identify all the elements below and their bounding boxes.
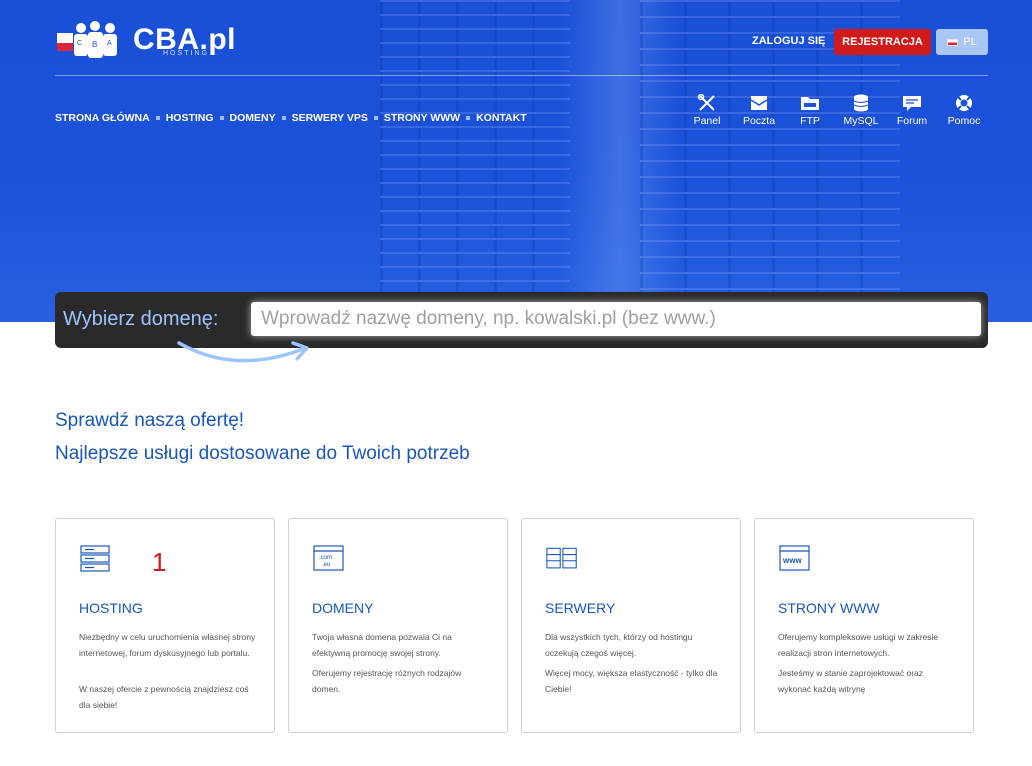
- nav-item-hosting[interactable]: HOSTING: [166, 112, 214, 124]
- lifebuoy-icon: [956, 95, 972, 111]
- database-icon: [853, 94, 869, 112]
- offer-subheading: Najlepsze usługi dostosowane do Twoich p…: [55, 443, 470, 464]
- card-description: Jesteśmy w stanie zaprojektować oraz wyk…: [778, 668, 924, 694]
- logo-figures-icon: C B A: [57, 21, 117, 58]
- offer-heading: Sprawdź naszą ofertę!: [55, 410, 245, 431]
- tool-forum[interactable]: Forum: [885, 94, 939, 127]
- tool-label: Forum: [896, 115, 928, 127]
- curved-arrow-icon: [177, 341, 309, 363]
- card-title[interactable]: SERWERY: [545, 600, 615, 616]
- nav-separator: [155, 116, 160, 120]
- tool-label: FTP: [800, 115, 820, 127]
- servers-icon: [546, 547, 577, 569]
- mail-icon: [750, 96, 768, 110]
- server-stack-icon: [80, 545, 110, 572]
- domain-icon: .com .eu: [313, 545, 344, 571]
- tool-panel[interactable]: Panel: [680, 94, 734, 127]
- nav-separator: [281, 116, 286, 120]
- tool-mysql[interactable]: MySQL: [834, 94, 888, 127]
- quick-tools: Panel Poczta FTP MySQL Forum Pomoc: [680, 94, 990, 134]
- tool-label: Poczta: [742, 115, 776, 127]
- card-title[interactable]: HOSTING: [79, 600, 143, 616]
- card-hosting[interactable]: 1 HOSTING Niezbędny w celu uruchomienia …: [55, 518, 275, 733]
- card-description: Niezbędny w celu uruchomienia własnej st…: [79, 632, 256, 658]
- card-title[interactable]: STRONY WWW: [778, 600, 880, 616]
- tool-mail[interactable]: Poczta: [732, 94, 786, 127]
- card-description: Więcej mocy, większa elastyczność - tylk…: [545, 668, 718, 694]
- register-button[interactable]: REJESTRACJA: [834, 29, 931, 55]
- nav-item-websites[interactable]: STRONY WWW: [384, 112, 460, 124]
- language-label: PL: [963, 36, 977, 48]
- www-icon: www: [779, 545, 810, 571]
- nav-item-vps[interactable]: SERWERY VPS: [292, 112, 368, 124]
- nav-separator: [373, 116, 378, 120]
- nav-separator: [219, 116, 224, 120]
- svg-text:A: A: [107, 40, 112, 47]
- tool-label: Pomoc: [947, 115, 981, 127]
- site-logo[interactable]: C B A CBA.pl HOSTING: [55, 18, 236, 62]
- card-description: Oferujemy kompleksowe usługi w zakresie …: [778, 632, 939, 658]
- card-description: W naszej ofercie z pewnością znajdziesz …: [79, 684, 249, 710]
- hero-banner: C B A CBA.pl HOSTING ZALOGUJ SIĘ REJESTR…: [0, 0, 1032, 322]
- tool-label: MySQL: [843, 115, 879, 127]
- poland-flag-icon: [947, 38, 959, 46]
- svg-text:www: www: [782, 556, 802, 565]
- tool-help[interactable]: Pomoc: [937, 94, 991, 127]
- card-domains[interactable]: .com .eu DOMENY Twoja własna domena pozw…: [288, 518, 508, 733]
- svg-text:C: C: [77, 40, 82, 47]
- domain-search-label: Wybierz domenę:: [63, 308, 219, 330]
- card-description: Dla wszystkich tych, którzy od hostingu …: [545, 632, 693, 658]
- language-button[interactable]: PL: [936, 29, 988, 55]
- annotation-number: 1: [152, 547, 167, 577]
- main-navigation: STRONA GŁÓWNA HOSTING DOMENY SERWERY VPS…: [55, 112, 527, 124]
- nav-item-home[interactable]: STRONA GŁÓWNA: [55, 112, 150, 124]
- header-divider: [55, 75, 988, 76]
- nav-separator: [466, 116, 471, 120]
- nav-item-contact[interactable]: KONTAKT: [476, 112, 527, 124]
- svg-text:B: B: [92, 40, 97, 49]
- tools-icon: [697, 94, 715, 111]
- card-websites[interactable]: www STRONY WWW Oferujemy kompleksowe usł…: [754, 518, 974, 733]
- card-description: Oferujemy rejestrację różnych rodzajów d…: [312, 668, 462, 694]
- tool-ftp[interactable]: FTP: [783, 94, 837, 127]
- tool-label: Panel: [693, 115, 721, 127]
- card-description: Twoja własna domena pozwala Ci na efekty…: [312, 632, 452, 658]
- svg-text:.com: .com: [319, 555, 332, 561]
- login-link[interactable]: ZALOGUJ SIĘ: [752, 35, 825, 47]
- server-rack-decoration: [380, 0, 570, 322]
- svg-text:.eu: .eu: [322, 562, 330, 568]
- card-title[interactable]: DOMENY: [312, 600, 373, 616]
- domain-search-input[interactable]: [251, 302, 981, 336]
- folder-icon: [801, 97, 819, 110]
- card-servers[interactable]: SERWERY Dla wszystkich tych, którzy od h…: [521, 518, 741, 733]
- forum-icon: [903, 96, 921, 111]
- logo-subtext: HOSTING: [163, 50, 209, 57]
- nav-item-domains[interactable]: DOMENY: [230, 112, 276, 124]
